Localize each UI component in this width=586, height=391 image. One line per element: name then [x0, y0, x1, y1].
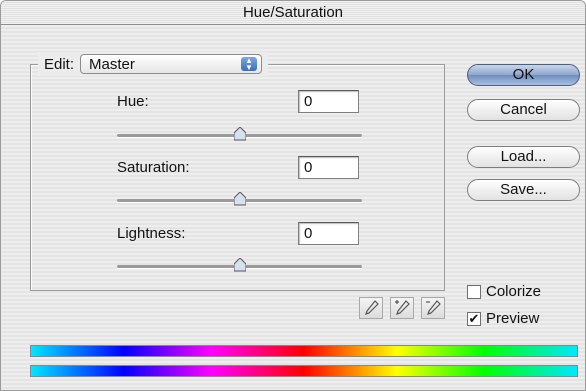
colorize-option[interactable]: Colorize: [467, 283, 541, 300]
save-button[interactable]: Save...: [467, 179, 580, 201]
popup-arrows-icon: ▲ ▼: [241, 57, 258, 72]
eyedropper-icon-glyph: [365, 300, 379, 315]
edit-row: Edit: Master ▲ ▼: [38, 52, 269, 76]
cancel-button[interactable]: Cancel: [467, 99, 580, 121]
edit-channel-popup[interactable]: Master ▲ ▼: [80, 54, 263, 74]
lightness-label: Lightness:: [117, 225, 186, 242]
preview-option[interactable]: ✔ Preview: [467, 310, 539, 327]
eyedropper-plus-icon[interactable]: [390, 297, 414, 319]
edit-label: Edit:: [44, 55, 75, 73]
eyedropper-plus-icon-glyph: [395, 300, 410, 315]
checkmark-icon: ✔: [468, 310, 480, 326]
preview-label: Preview: [486, 310, 540, 327]
slider-thumb-icon[interactable]: [233, 127, 246, 141]
edit-channel-value: Master: [89, 56, 135, 73]
window-title: Hue/Saturation: [1, 1, 585, 25]
eyedropper-minus-icon-glyph: [426, 300, 441, 315]
preview-checkbox[interactable]: ✔: [467, 310, 481, 326]
lightness-field[interactable]: 0: [298, 222, 359, 245]
slider-thumb-icon[interactable]: [233, 258, 246, 272]
eyedropper-minus-icon[interactable]: [421, 297, 445, 319]
saturation-label: Saturation:: [117, 159, 190, 176]
hue-saturation-dialog: Hue/Saturation Edit: Master ▲ ▼ Hue: 0 Sa…: [0, 0, 586, 391]
slider-thumb-icon[interactable]: [233, 192, 246, 206]
eyedropper-icon[interactable]: [359, 297, 383, 319]
adjustment-group: [30, 64, 445, 291]
hue-field[interactable]: 0: [298, 90, 359, 113]
hue-slider[interactable]: [117, 127, 362, 142]
lightness-slider[interactable]: [117, 258, 362, 273]
load-button[interactable]: Load...: [467, 146, 580, 168]
hue-label: Hue:: [117, 93, 149, 110]
colorize-checkbox[interactable]: [467, 284, 481, 299]
result-color-bar: [30, 365, 578, 377]
saturation-slider[interactable]: [117, 192, 362, 207]
ok-button[interactable]: OK: [467, 64, 580, 86]
colorize-label: Colorize: [486, 283, 542, 300]
source-color-bar: [30, 345, 578, 357]
saturation-field[interactable]: 0: [298, 156, 359, 179]
